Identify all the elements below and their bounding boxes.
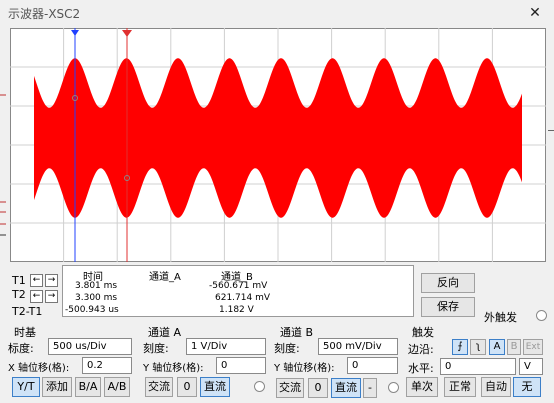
t1-time: 3.801 ms [75, 281, 118, 291]
cursor-t1-marker [71, 30, 79, 36]
falling-edge-button[interactable]: ʅ [470, 339, 486, 355]
t2-ch-b: 621.714 mV [215, 293, 271, 303]
trigger-level-label: 水平: [408, 362, 434, 375]
save-button[interactable]: 保存 [421, 297, 475, 317]
channel-a-ac-button[interactable]: 交流 [145, 377, 173, 397]
dt-time: -500.943 us [65, 305, 119, 315]
channel-a-radio[interactable] [254, 381, 265, 392]
row-label-t2: T2 [12, 288, 26, 301]
channel-b-ac-button[interactable]: 交流 [276, 378, 304, 398]
t1-left-arrow[interactable]: ← [30, 272, 43, 287]
dt-ch-b: 1.182 V [219, 305, 254, 315]
t2-left-arrow[interactable]: ← [30, 288, 43, 303]
header-channel-a: 通道_A [149, 272, 181, 283]
trigger-title: 触发 [412, 326, 434, 339]
background-window-edge-right [548, 130, 554, 150]
trigger-source-ext-button[interactable]: Ext [523, 339, 543, 355]
row-label-t1: T1 [12, 274, 26, 287]
channel-a-scale-label: 刻度: [143, 342, 169, 355]
background-window-edge [0, 94, 6, 236]
channel-b-minus-button[interactable]: - [363, 378, 377, 398]
rising-edge-button[interactable]: ⨍ [452, 339, 468, 355]
channel-b-ypos-field[interactable]: 0 [347, 357, 398, 374]
timebase-scale-field[interactable]: 500 us/Div [48, 338, 132, 355]
channel-a-ypos-label: Y 轴位移(格): [143, 363, 204, 374]
timebase-scale-label: 标度: [8, 342, 34, 355]
channel-a-title: 通道 A [148, 326, 182, 339]
t1-ch-b: -560.671 mV [209, 281, 268, 291]
x-position-field[interactable]: 0.2 [82, 357, 132, 374]
trigger-auto-button[interactable]: 自动 [481, 377, 511, 397]
mode-add-button[interactable]: 添加 [42, 377, 72, 397]
t2-time: 3.300 ms [75, 293, 118, 303]
title-bar [0, 0, 554, 26]
reverse-button[interactable]: 反向 [421, 273, 475, 293]
cursor-t2-marker [122, 30, 132, 37]
mode-ba-button[interactable]: B/A [75, 377, 101, 397]
mode-ab-button[interactable]: A/B [104, 377, 130, 397]
trigger-none-button[interactable]: 无 [513, 377, 541, 397]
channel-a-zero-button[interactable]: 0 [177, 377, 197, 397]
channel-b-ypos-label: Y 轴位移(格): [274, 363, 335, 374]
trigger-edge-label: 边沿: [408, 343, 434, 356]
channel-a-scale-field[interactable]: 1 V/Div [186, 338, 266, 355]
t2-right-arrow[interactable]: → [45, 288, 58, 303]
t1-right-arrow[interactable]: → [45, 272, 58, 287]
oscilloscope-display[interactable] [10, 28, 546, 262]
timebase-title: 时基 [14, 326, 36, 339]
external-trigger-label: 外触发 [484, 311, 517, 324]
channel-a-dc-button[interactable]: 直流 [200, 377, 230, 397]
channel-b-scale-label: 刻度: [274, 342, 300, 355]
channel-b-radio[interactable] [388, 382, 399, 393]
channel-b-scale-field[interactable]: 500 mV/Div [318, 338, 398, 355]
mode-yt-button[interactable]: Y/T [12, 377, 40, 397]
x-position-label: X 轴位移(格): [8, 363, 70, 374]
trigger-source-b-button[interactable]: B [507, 339, 521, 355]
trigger-source-a-button[interactable]: A [489, 339, 505, 355]
window-title: 示波器-XSC2 [8, 7, 81, 21]
trigger-level-field[interactable]: 0 [440, 358, 516, 375]
external-trigger-radio[interactable] [536, 310, 547, 321]
trigger-single-button[interactable]: 单次 [406, 377, 438, 397]
measurement-readout: 时间 通道_A 通道_B 3.801 ms -560.671 mV 3.300 … [62, 265, 414, 317]
row-label-t2-t1: T2-T1 [12, 305, 43, 318]
trigger-level-unit[interactable]: V [519, 358, 543, 375]
channel-b-zero-button[interactable]: 0 [308, 378, 328, 398]
channel-b-title: 通道 B [280, 326, 314, 339]
channel-b-trace [34, 58, 522, 218]
close-icon[interactable]: ✕ [526, 4, 544, 22]
trigger-normal-button[interactable]: 正常 [444, 377, 476, 397]
channel-a-ypos-field[interactable]: 0 [216, 357, 266, 374]
channel-b-dc-button[interactable]: 直流 [331, 378, 361, 398]
